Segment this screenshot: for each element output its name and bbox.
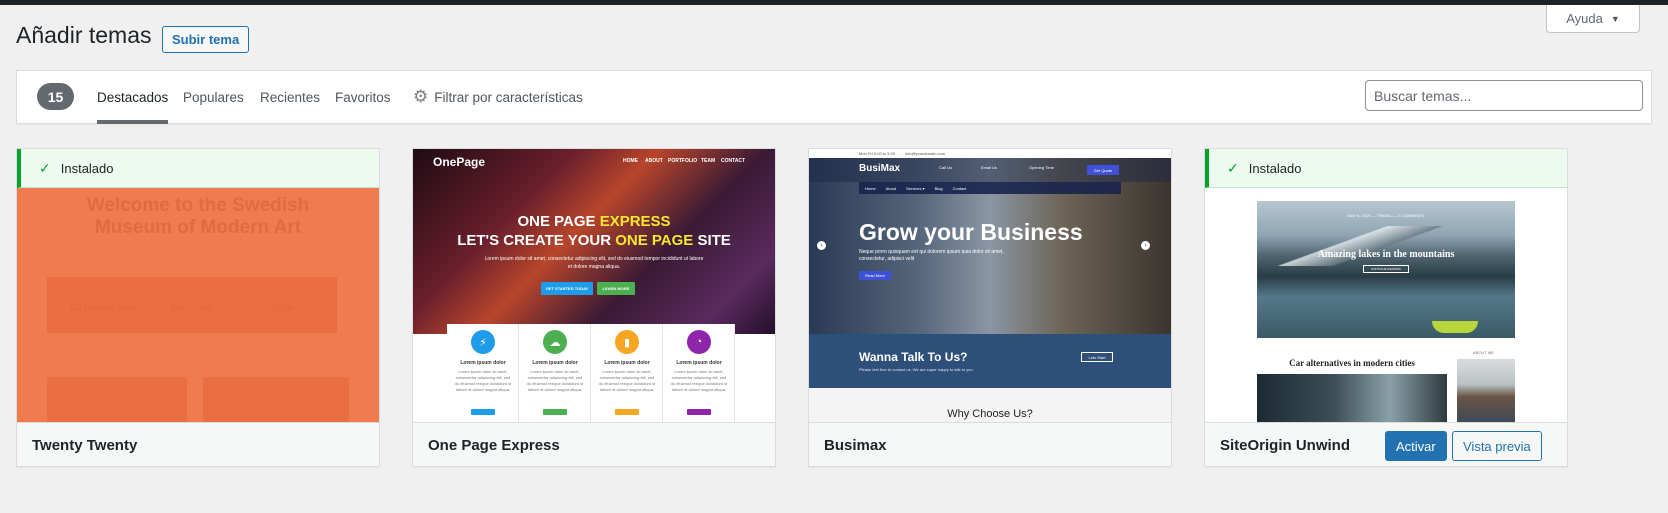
preview-info-address: 123 Storgatan, Umeå — [69, 303, 137, 312]
preview-block — [203, 377, 349, 422]
installed-label: Instalado — [1248, 160, 1302, 176]
chevron-right-icon: › — [1141, 241, 1150, 250]
preview-nav: Home About Services ▾ Blog Contact — [859, 182, 1121, 194]
feature-filter-label: Filtrar por características — [434, 89, 583, 105]
theme-count-badge: 15 — [37, 83, 74, 110]
preview-nav-item: ABOUT — [645, 158, 663, 164]
preview-post2-title: Car alternatives in modern cities — [1289, 358, 1415, 368]
preview-feature-card: ⚡ Lorem ipsum dolor Lorem ipsum dolor si… — [447, 324, 519, 422]
preview-subtitle: Neque porro quisquam est qui dolorem ips… — [859, 249, 1004, 262]
theme-footer: One Page Express — [413, 422, 775, 466]
preview-cta-button: LEARN MORE — [597, 282, 635, 295]
theme-card-one-page-express[interactable]: OnePage HOME ABOUT PORTFOLIO TEAM CONTAC… — [412, 148, 776, 467]
theme-screenshot[interactable]: Welcome to the Swedish Museum of Modern … — [17, 149, 379, 422]
feature-filter-button[interactable]: ⚙ Filtrar por características — [413, 71, 583, 123]
installed-notice: ✓ Instalado — [17, 149, 379, 188]
preview-top-strip: Mon-Fri 9:00 to 5:00 info@yourdomain.com — [809, 149, 1171, 158]
preview-quote-button: Get Quote — [1087, 165, 1119, 175]
tab-popular[interactable]: Populares — [183, 71, 244, 123]
preview-nav-item: HOME — [623, 158, 638, 164]
preview-info-hours: 9:00 — 5:00 — [171, 303, 212, 312]
preview-headline-line2: LET'S CREATE YOUR ONE PAGE SITE — [457, 232, 731, 249]
lightning-icon: ⚡ — [471, 330, 495, 354]
preview-hero: OnePage HOME ABOUT PORTFOLIO TEAM CONTAC… — [413, 149, 775, 334]
preview-heading-line1: Welcome to the Swedish — [86, 195, 310, 216]
theme-footer: Busimax — [809, 422, 1171, 466]
preview-email-info: Email Us — [981, 165, 998, 170]
tab-recent[interactable]: Recientes — [260, 71, 320, 123]
signal-icon: ▮ — [615, 330, 639, 354]
theme-footer: SiteOrigin Unwind Activar Vista previa — [1205, 422, 1567, 466]
preview-about-label: ABOUT ME — [1473, 350, 1494, 355]
preview-nav-item: CONTACT — [721, 158, 746, 164]
preview-header: BusiMax Call Us Email Us Opening Time Ge… — [809, 158, 1171, 182]
preview-heading-line2: Museum of Modern Art — [94, 217, 302, 238]
preview-headline-line1: ONE PAGE EXPRESS — [517, 213, 671, 230]
preview-why-section: Why Choose Us? — [809, 388, 1171, 422]
preview-cta-button: GET STARTED TODAY — [541, 282, 593, 295]
preview-read-more: Read More — [859, 271, 891, 280]
tab-favorites[interactable]: Favoritos — [335, 71, 391, 123]
preview-post2-image — [1257, 374, 1447, 422]
installed-notice: ✓ Instalado — [1205, 149, 1567, 188]
theme-name: SiteOrigin Unwind — [1220, 437, 1350, 454]
preview-subtitle: Lorem ipsum dolor sit amet, consectetur … — [484, 256, 704, 270]
preview-info-box: 123 Storgatan, Umeå 9:00 — 5:00 129 kr — [47, 277, 337, 333]
preview-headline: Grow your Business — [859, 219, 1083, 245]
caret-down-icon: ▼ — [1610, 13, 1620, 24]
pie-chart-icon: ◔ — [687, 330, 711, 354]
preview-author-photo — [1457, 359, 1515, 422]
theme-card-twenty-twenty[interactable]: Welcome to the Swedish Museum of Modern … — [16, 148, 380, 467]
theme-search-input[interactable] — [1365, 80, 1643, 111]
theme-screenshot[interactable]: MAY 8, 2019 — TRAVEL — 2 COMMENTS Amazin… — [1205, 149, 1567, 422]
preview-logo: BusiMax — [859, 163, 901, 174]
theme-card-busimax[interactable]: Mon-Fri 9:00 to 5:00 info@yourdomain.com… — [808, 148, 1172, 467]
theme-footer: Twenty Twenty — [17, 422, 379, 466]
preview-logo: OnePage — [433, 155, 486, 169]
preview-feature-card: ▮ Lorem ipsum dolor Lorem ipsum dolor si… — [591, 324, 663, 422]
gear-icon: ⚙ — [413, 87, 429, 106]
cloud-icon: ☁ — [543, 330, 567, 354]
theme-name: Busimax — [824, 437, 887, 454]
tab-featured[interactable]: Destacados — [97, 71, 169, 124]
preview-info-price: 129 kr — [273, 303, 294, 312]
theme-filter-bar: 15 Destacados Populares Recientes Favori… — [16, 70, 1652, 124]
checkmark-icon: ✓ — [1227, 159, 1239, 176]
help-tab[interactable]: Ayuda ▼ — [1546, 5, 1640, 33]
chevron-left-icon: ‹ — [817, 241, 826, 250]
preview-phone-info: Call Us — [939, 165, 952, 170]
preview-continue-button: CONTINUE READING — [1363, 265, 1409, 273]
theme-card-siteorigin-unwind[interactable]: MAY 8, 2019 — TRAVEL — 2 COMMENTS Amazin… — [1204, 148, 1568, 467]
preview-contact-band: Wanna Talk To Us? Please feel free to co… — [809, 334, 1171, 388]
preview-featured-image: MAY 8, 2019 — TRAVEL — 2 COMMENTS Amazin… — [1257, 201, 1515, 338]
preview-nav-item: TEAM — [701, 158, 716, 164]
upload-theme-button[interactable]: Subir tema — [162, 26, 250, 53]
preview-feature-card: ☁ Lorem ipsum dolor Lorem ipsum dolor si… — [519, 324, 591, 422]
preview-hours-info: Opening Time — [1029, 165, 1054, 170]
page-title: Añadir temas — [16, 22, 152, 48]
help-label: Ayuda — [1566, 11, 1603, 26]
theme-screenshot[interactable]: Mon-Fri 9:00 to 5:00 info@yourdomain.com… — [809, 149, 1171, 422]
checkmark-icon: ✓ — [39, 159, 51, 176]
theme-name: One Page Express — [428, 437, 560, 454]
preview-button[interactable]: Vista previa — [1452, 431, 1542, 461]
admin-top-bar — [0, 0, 1668, 5]
preview-nav-item: PORTFOLIO — [668, 158, 698, 164]
activate-button[interactable]: Activar — [1385, 431, 1447, 461]
preview-post-title: Amazing lakes in the mountains — [1317, 249, 1455, 260]
theme-name: Twenty Twenty — [32, 437, 138, 454]
theme-screenshot[interactable]: OnePage HOME ABOUT PORTFOLIO TEAM CONTAC… — [413, 149, 775, 422]
installed-label: Instalado — [60, 160, 114, 176]
preview-block — [47, 377, 187, 422]
preview-feature-card: ◔ Lorem ipsum dolor Lorem ipsum dolor si… — [663, 324, 735, 422]
